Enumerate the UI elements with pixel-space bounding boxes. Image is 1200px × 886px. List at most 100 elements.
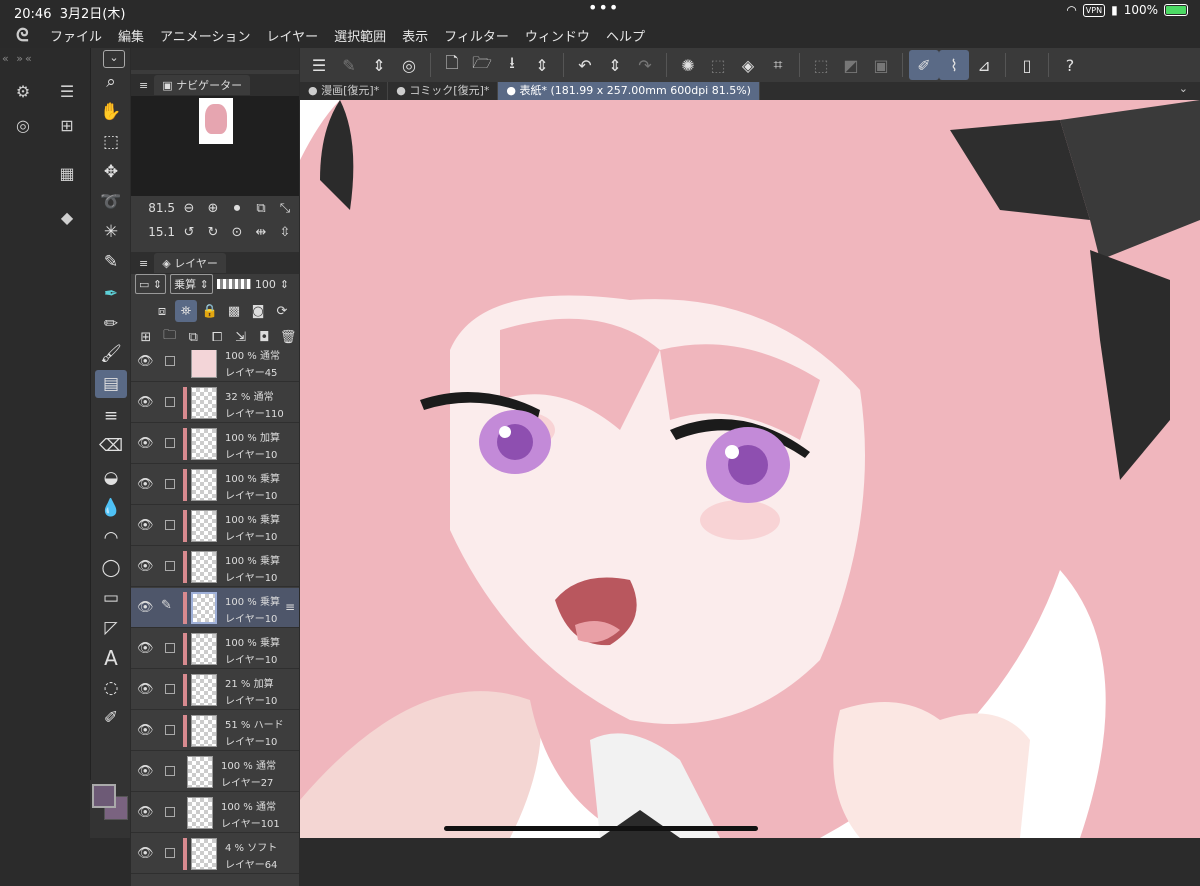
multitask-dots-icon[interactable]: ••• [588,0,619,17]
visibility-eye-icon[interactable]: 👁 [137,436,154,451]
zoom-value[interactable]: 81.5 [131,201,179,215]
layer-checkbox[interactable] [165,397,175,407]
visibility-eye-icon[interactable]: 👁 [137,354,154,369]
save-arrows-icon[interactable]: ⇕ [527,50,557,80]
blend-tool-icon[interactable]: 💧 [95,494,127,522]
flip-horizontal-icon[interactable]: ⇹ [251,222,271,242]
save-icon[interactable]: ⭳ [497,50,527,80]
history-arrows-icon[interactable]: ⇕ [600,50,630,80]
transform-icon[interactable]: ⌗ [763,50,793,80]
layer-checkbox[interactable] [165,725,175,735]
app-logo-icon[interactable]: ᘓ [0,25,50,46]
navigator-preview[interactable] [131,96,299,196]
zoom-tool-icon[interactable]: ⌕ [95,68,127,96]
correct-line-tool-icon[interactable]: ✐ [95,704,127,732]
menu-filter[interactable]: フィルター [444,26,509,45]
menu-edit[interactable]: 編集 [118,26,144,45]
reference-layer-icon[interactable]: ⛯ [175,300,197,322]
new-folder-icon[interactable]: 🗀 [159,326,181,348]
visibility-eye-icon[interactable]: 👁 [137,477,154,492]
clip-icon[interactable]: ⧈ [151,300,173,322]
updown-arrows-icon[interactable]: ⇕ [364,50,394,80]
open-folder-icon[interactable]: 🗁 [467,50,497,80]
help-icon[interactable]: ? [1055,50,1085,80]
layer-row[interactable]: 👁 51 % ハード レイヤー10 [131,711,299,751]
pen-pressure-icon[interactable]: ✐ [909,50,939,80]
rotate-right-icon[interactable]: ↻ [203,222,223,242]
layer-row[interactable]: 👁 4 % ソフト レイヤー64 [131,834,299,874]
pencil-tool-icon[interactable]: ✏ [95,310,127,338]
layer-property-icon[interactable]: ☰ [54,78,80,104]
rotate-left-icon[interactable]: ↺ [179,222,199,242]
opacity-stepper-icon[interactable]: ⇕ [280,278,289,291]
merge-layer-icon[interactable]: ⧠ [206,326,228,348]
menu-animation[interactable]: アニメーション [160,26,250,45]
layer-mask-icon[interactable]: ◘ [254,326,276,348]
layer-row[interactable]: 👁 100 % 通常 レイヤー45 [131,350,299,382]
layer-checkbox[interactable] [165,520,175,530]
lock-transparency-icon[interactable]: ▩ [223,300,245,322]
layer-panel-menu-icon[interactable]: ≡ [139,257,148,270]
tabs-chevron-down-icon[interactable]: ⌄ [1179,82,1188,95]
new-file-icon[interactable]: 🗋 [437,50,467,80]
layer-search-icon[interactable]: ⊞ [54,112,80,138]
tool-dropdown-icon[interactable]: ⌄ [103,50,125,68]
deselect-icon[interactable]: ⬚ [806,50,836,80]
clear-icon[interactable]: ⬚ [703,50,733,80]
visibility-eye-icon[interactable]: 👁 [137,641,154,656]
select-all-icon[interactable]: ▣ [866,50,896,80]
hand-tool-icon[interactable]: ✋ [95,98,127,126]
flip-vertical-icon[interactable]: ⇳ [275,222,295,242]
new-raster-layer-icon[interactable]: ⊞ [135,326,157,348]
menu-view[interactable]: 表示 [402,26,428,45]
menu-file[interactable]: ファイル [50,26,102,45]
hamburger-menu-icon[interactable]: ☰ [304,50,334,80]
menu-help[interactable]: ヘルプ [606,26,645,45]
figure-tool-icon[interactable]: ◯ [95,554,127,582]
tab-cover[interactable]: ● 表紙* (181.99 x 257.00mm 600dpi 81.5%) [498,82,760,100]
zoom-out-icon[interactable]: ⊖ [179,198,199,218]
copy-layer-icon[interactable]: ⧉ [182,326,204,348]
rotation-value[interactable]: 15.1 [131,225,179,239]
eraser-tool-icon[interactable]: ⌫ [95,432,127,460]
lasso-tool-icon[interactable]: ➰ [95,188,127,216]
layer-checkbox[interactable] [165,848,175,858]
decoration-tool-icon[interactable]: ≡ [95,402,127,430]
layer-row[interactable]: 👁 100 % 乗算 レイヤー10 [131,629,299,669]
menu-window[interactable]: ウィンドウ [525,26,590,45]
fill-icon[interactable]: ◈ [733,50,763,80]
visibility-eye-icon[interactable]: 👁 [137,559,154,574]
layer-row[interactable]: 👁 100 % 乗算 レイヤー10 [131,506,299,546]
auto-action-icon[interactable]: ◎ [10,112,36,138]
dock-collapse-icon[interactable]: « »« [2,52,34,65]
layer-row[interactable]: 👁 32 % 通常 レイヤー110 [131,383,299,423]
blend-mode-dropdown[interactable]: 乗算 ⇕ [170,274,213,294]
opacity-slider[interactable] [216,279,251,289]
navigator-tab[interactable]: ▣ ナビゲーター [154,75,251,95]
menu-selection[interactable]: 選択範囲 [334,26,386,45]
balloon-tool-icon[interactable]: ◌ [95,674,127,702]
transfer-icon[interactable]: ⇲ [230,326,252,348]
layer-row[interactable]: 👁 100 % 乗算 レイヤー10 [131,465,299,505]
layer-row[interactable]: 👁 100 % 加算 レイヤー10 [131,424,299,464]
visibility-eye-icon[interactable]: 👁 [137,682,154,697]
edit-icon[interactable]: ✎ [334,50,364,80]
brush-tool-icon[interactable]: 🖌 [95,340,127,368]
airbrush-tool-icon[interactable]: ▤ [95,370,127,398]
sub-tool-settings-icon[interactable]: ⚙ [10,78,36,104]
redo-icon[interactable]: ↷ [630,50,660,80]
visibility-eye-icon[interactable]: 👁 [137,723,154,738]
frame-tool-icon[interactable]: ▭ [95,584,127,612]
drawing-canvas[interactable] [300,100,1200,838]
fit-window-icon[interactable]: ⤡ [275,198,295,218]
text-tool-icon[interactable]: A [95,644,127,672]
layer-checkbox[interactable] [165,684,175,694]
reset-rotation-icon[interactable]: ⊙ [227,222,247,242]
undo-icon[interactable]: ↶ [570,50,600,80]
color-swatches[interactable] [90,780,130,838]
delete-layer-icon[interactable]: 🗑 [277,326,299,348]
visibility-eye-icon[interactable]: 👁 [137,600,154,615]
eyedropper-tool-icon[interactable]: ✎ [95,248,127,276]
brush-stabilizer-icon[interactable]: ⌇ [939,50,969,80]
ruler-snap-icon[interactable]: ⊿ [969,50,999,80]
